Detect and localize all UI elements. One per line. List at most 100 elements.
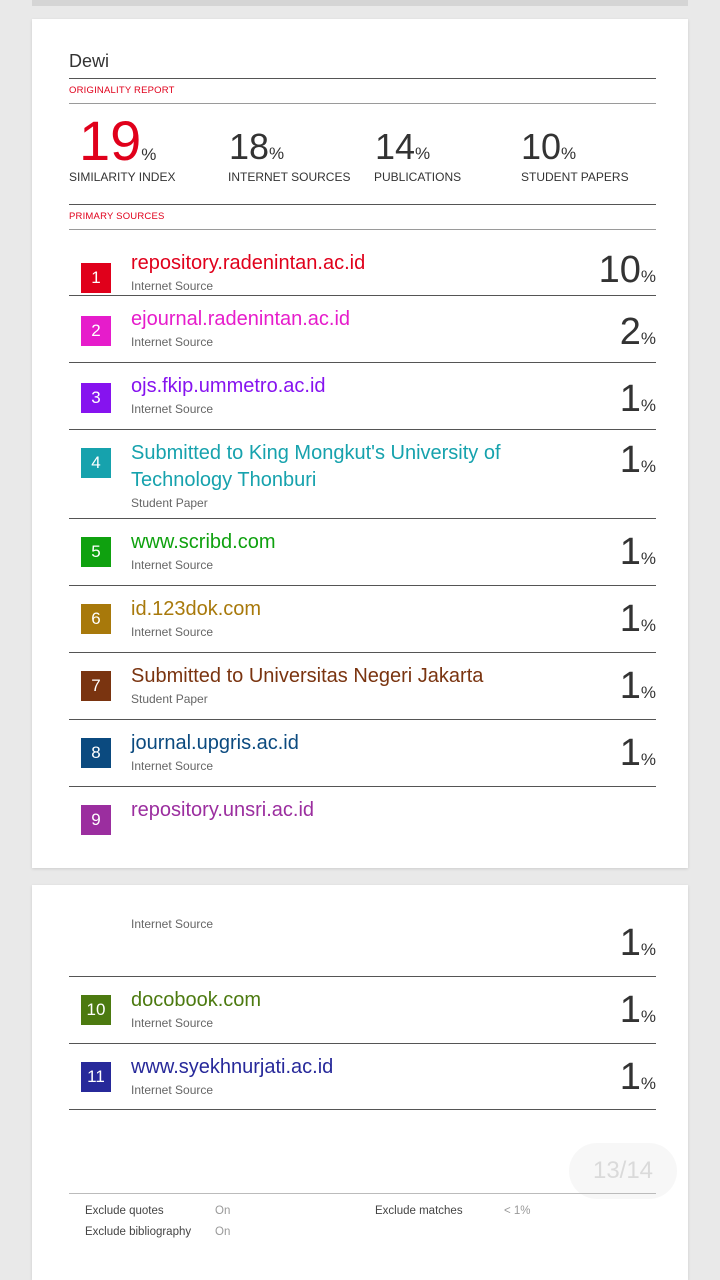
source-info: www.syekhnurjati.ac.id Internet Source	[131, 1054, 551, 1097]
source-index-badge: 8	[81, 738, 111, 768]
source-value: 10	[598, 249, 641, 291]
source-pct: %	[640, 750, 656, 769]
exclude-matches-label: Exclude matches	[375, 1205, 463, 1217]
source-value: 2	[619, 311, 641, 353]
source-percentage: 1%	[620, 666, 656, 706]
source-type: Student Paper	[131, 692, 208, 706]
source-name[interactable]: Submitted to Universitas Negeri Jakarta	[131, 663, 551, 690]
source-value: 1	[619, 1056, 641, 1098]
source-percentage: 10%	[599, 250, 656, 290]
source-percentage: 1%	[620, 440, 656, 480]
source-type: Internet Source	[131, 759, 214, 773]
source-row-10[interactable]: 10 docobook.com Internet Source 1%	[69, 977, 656, 1044]
source-type: Internet Source	[131, 279, 214, 293]
source-type: Internet Source	[131, 1083, 214, 1097]
primary-sources-label: PRIMARY SOURCES	[69, 211, 165, 222]
source-row-11[interactable]: 11 www.syekhnurjati.ac.id Internet Sourc…	[69, 1044, 656, 1110]
student-papers-pct: %	[561, 144, 577, 163]
similarity-index-stat: 19% SIMILARITY INDEX	[69, 113, 175, 185]
source-pct: %	[640, 1007, 656, 1026]
source-index-badge: 1	[81, 263, 111, 293]
similarity-index-label: SIMILARITY INDEX	[69, 170, 176, 184]
source-row-3[interactable]: 3 ojs.fkip.ummetro.ac.id Internet Source…	[69, 363, 656, 430]
source-info: repository.radenintan.ac.id Internet Sou…	[131, 250, 551, 293]
source-index-badge: 3	[81, 383, 111, 413]
originality-divider	[69, 103, 656, 104]
originality-report-label: ORIGINALITY REPORT	[69, 85, 175, 96]
source-type: Internet Source	[131, 558, 214, 572]
source-name[interactable]: repository.radenintan.ac.id	[131, 250, 551, 277]
source-row-2[interactable]: 2 ejournal.radenintan.ac.id Internet Sou…	[69, 296, 656, 363]
source-value: 1	[619, 732, 641, 774]
source-type: Internet Source	[131, 402, 214, 416]
source-info: Submitted to Universitas Negeri Jakarta …	[131, 663, 551, 706]
source-row-9-continued[interactable]: Internet Source 1%	[69, 885, 656, 977]
source-pct: %	[640, 329, 656, 348]
internet-sources-value: 18	[229, 126, 270, 167]
publications-pct: %	[415, 144, 431, 163]
source-name[interactable]: www.scribd.com	[131, 529, 551, 556]
source-name[interactable]: docobook.com	[131, 987, 551, 1014]
source-value: 1	[619, 922, 641, 964]
exclude-quotes-value: On	[215, 1205, 231, 1217]
page-indicator: 13/14	[569, 1143, 677, 1199]
source-info: ojs.fkip.ummetro.ac.id Internet Source	[131, 373, 551, 416]
source-value: 1	[619, 378, 641, 420]
source-pct: %	[640, 267, 656, 286]
source-info: www.scribd.com Internet Source	[131, 529, 551, 572]
source-row-6[interactable]: 6 id.123dok.com Internet Source 1%	[69, 586, 656, 653]
publications-value: 14	[375, 126, 416, 167]
source-name[interactable]: ojs.fkip.ummetro.ac.id	[131, 373, 551, 400]
source-percentage: 1%	[620, 532, 656, 572]
source-name[interactable]: journal.upgris.ac.id	[131, 730, 551, 757]
source-info: Internet Source	[131, 915, 551, 931]
source-row-8[interactable]: 8 journal.upgris.ac.id Internet Source 1…	[69, 720, 656, 787]
source-row-9[interactable]: 9 repository.unsri.ac.id	[69, 787, 656, 857]
publications-label: PUBLICATIONS	[374, 170, 462, 184]
source-type: Internet Source	[131, 917, 214, 931]
exclude-quotes-label: Exclude quotes	[85, 1205, 164, 1217]
source-name[interactable]: id.123dok.com	[131, 596, 551, 623]
source-info: repository.unsri.ac.id	[131, 797, 551, 824]
source-index-badge: 5	[81, 537, 111, 567]
publications-stat: 14% PUBLICATIONS	[374, 126, 461, 185]
report-page-2: Internet Source 1% 10 docobook.com Inter…	[32, 885, 688, 1280]
source-name[interactable]: repository.unsri.ac.id	[131, 797, 551, 824]
student-papers-stat: 10% STUDENT PAPERS	[521, 127, 629, 185]
source-row-5[interactable]: 5 www.scribd.com Internet Source 1%	[69, 519, 656, 586]
source-type: Internet Source	[131, 335, 214, 349]
source-value: 1	[619, 439, 641, 481]
source-pct: %	[640, 940, 656, 959]
source-value: 1	[619, 989, 641, 1031]
source-percentage: 2%	[620, 312, 656, 352]
source-info: docobook.com Internet Source	[131, 987, 551, 1030]
source-pct: %	[640, 683, 656, 702]
source-name[interactable]: ejournal.radenintan.ac.id	[131, 306, 551, 333]
source-info: Submitted to King Mongkut's University o…	[131, 440, 551, 510]
exclude-matches-value: < 1%	[504, 1205, 531, 1217]
source-index-badge: 6	[81, 604, 111, 634]
source-row-1[interactable]: 1 repository.radenintan.ac.id Internet S…	[69, 230, 656, 296]
stats-divider	[69, 204, 656, 205]
previous-page-edge	[32, 0, 688, 6]
source-name[interactable]: www.syekhnurjati.ac.id	[131, 1054, 551, 1081]
source-pct: %	[640, 396, 656, 415]
internet-sources-stat: 18% INTERNET SOURCES	[228, 126, 350, 185]
source-name[interactable]: Submitted to King Mongkut's University o…	[131, 440, 551, 494]
source-index-badge: 10	[81, 995, 111, 1025]
student-papers-label: STUDENT PAPERS	[521, 170, 629, 184]
report-content-continued: Internet Source 1% 10 docobook.com Inter…	[69, 885, 677, 1280]
report-content: Dewi ORIGINALITY REPORT 19% SIMILARITY I…	[69, 19, 656, 868]
source-index-badge: 11	[81, 1062, 111, 1092]
report-page-1: Dewi ORIGINALITY REPORT 19% SIMILARITY I…	[32, 19, 688, 868]
source-row-7[interactable]: 7 Submitted to Universitas Negeri Jakart…	[69, 653, 656, 720]
source-pct: %	[640, 616, 656, 635]
exclude-bibliography-label: Exclude bibliography	[85, 1226, 192, 1238]
source-info: journal.upgris.ac.id Internet Source	[131, 730, 551, 773]
source-percentage: 1%	[620, 733, 656, 773]
source-row-4[interactable]: 4 Submitted to King Mongkut's University…	[69, 430, 656, 519]
source-index-badge: 4	[81, 448, 111, 478]
similarity-index-pct: %	[141, 145, 157, 164]
source-percentage: 1%	[620, 379, 656, 419]
exclude-bibliography-value: On	[215, 1226, 231, 1238]
